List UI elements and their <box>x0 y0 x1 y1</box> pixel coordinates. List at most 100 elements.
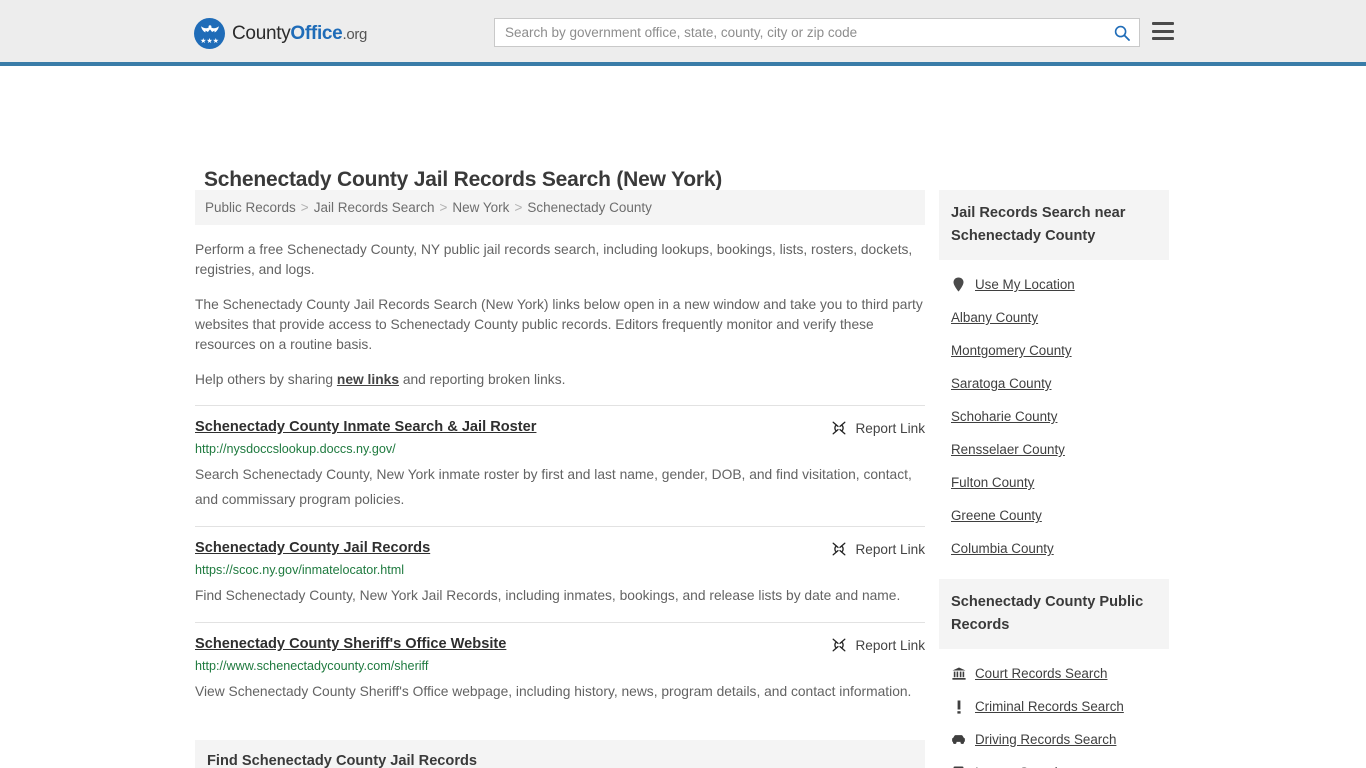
result-url: https://scoc.ny.gov/inmatelocator.html <box>195 563 405 577</box>
sidebar-item-saratoga-county[interactable]: Saratoga County <box>939 367 1169 400</box>
sidebar-item-label: Albany County <box>951 310 1039 325</box>
result-description: Search Schenectady County, New York inma… <box>195 467 912 507</box>
site-logo[interactable]: ★★★ CountyOffice.org <box>194 18 367 49</box>
car-icon <box>951 734 966 745</box>
hamburger-menu-icon[interactable] <box>1152 20 1174 42</box>
sidebar-item-label: Fulton County <box>951 475 1035 490</box>
sidebar-item-columbia-county[interactable]: Columbia County <box>939 532 1169 565</box>
sidebar-item-use-my-location[interactable]: Use My Location <box>939 268 1169 301</box>
result-item: Schenectady County Sheriff's Office Webs… <box>195 622 925 718</box>
brand-part-county: County <box>232 22 291 44</box>
breadcrumb-separator: > <box>300 200 309 215</box>
page-title: Schenectady County Jail Records Search (… <box>204 168 723 192</box>
report-link-button[interactable]: Report Link <box>831 540 925 557</box>
result-header: Schenectady County Inmate Search & Jail … <box>195 419 925 436</box>
sidebar-item-schoharie-county[interactable]: Schoharie County <box>939 400 1169 433</box>
sidebar-item-label: Schoharie County <box>951 409 1058 424</box>
result-item: Schenectady County Jail Records Report L… <box>195 526 925 622</box>
result-title-link[interactable]: Schenectady County Inmate Search & Jail … <box>195 419 536 435</box>
search-button[interactable] <box>1105 19 1139 46</box>
list-item: Inmate Search <box>939 756 1169 768</box>
breadcrumb-separator: > <box>514 200 523 215</box>
main-content: Public Records > Jail Records Search > New Y… <box>195 190 925 768</box>
intro-p3-before: Help others by sharing <box>195 372 337 387</box>
find-records-heading: Find Schenectady County Jail Records <box>195 740 925 768</box>
result-description: View Schenectady County Sheriff's Office… <box>195 684 912 699</box>
sidebar-item-inmate-search[interactable]: Inmate Search <box>939 756 1169 768</box>
sidebar-nearby-heading: Jail Records Search near Schenectady Cou… <box>939 190 1169 260</box>
map-pin-icon <box>951 277 966 292</box>
hamburger-bar-2 <box>1152 29 1174 33</box>
sidebar-item-label: Rensselaer County <box>951 442 1065 457</box>
sidebar-item-label: Saratoga County <box>951 376 1052 391</box>
sidebar-public-records-list: Court Records Search Criminal Records Se… <box>939 649 1169 768</box>
breadcrumb: Public Records > Jail Records Search > New Y… <box>195 190 925 225</box>
sidebar-item-label: Use My Location <box>975 277 1075 292</box>
breadcrumb-item-jail-records-search[interactable]: Jail Records Search <box>314 200 435 215</box>
result-description: Find Schenectady County, New York Jail R… <box>195 588 901 603</box>
breadcrumb-item-public-records[interactable]: Public Records <box>205 200 296 215</box>
sidebar-item-label: Criminal Records Search <box>975 699 1124 714</box>
broken-link-icon <box>833 542 846 556</box>
sidebar-item-criminal-records-search[interactable]: Criminal Records Search <box>939 690 1169 723</box>
list-item: Driving Records Search <box>939 723 1169 756</box>
intro-paragraph-1: Perform a free Schenectady County, NY pu… <box>195 242 913 277</box>
sidebar-item-albany-county[interactable]: Albany County <box>939 301 1169 334</box>
sidebar: Jail Records Search near Schenectady Cou… <box>939 190 1169 768</box>
intro-p3-after: and reporting broken links. <box>399 372 566 387</box>
sidebar-nearby-list: Use My Location Albany County Montgomery… <box>939 260 1169 565</box>
sidebar-item-court-records-search[interactable]: Court Records Search <box>939 657 1169 690</box>
eagle-icon <box>200 25 219 33</box>
broken-link-icon <box>833 638 846 652</box>
sidebar-item-label: Montgomery County <box>951 343 1072 358</box>
county-office-seal-icon: ★★★ <box>194 18 225 49</box>
sidebar-item-montgomery-county[interactable]: Montgomery County <box>939 334 1169 367</box>
list-item: Criminal Records Search <box>939 690 1169 723</box>
sidebar-item-rensselaer-county[interactable]: Rensselaer County <box>939 433 1169 466</box>
intro-paragraph-2: The Schenectady County Jail Records Sear… <box>195 297 923 352</box>
search-bar[interactable] <box>494 18 1140 47</box>
result-header: Schenectady County Jail Records Report L… <box>195 540 925 557</box>
list-item: Schoharie County <box>939 400 1169 433</box>
list-item: Saratoga County <box>939 367 1169 400</box>
breadcrumb-separator: > <box>439 200 448 215</box>
brand-part-org: .org <box>342 25 368 43</box>
list-item: Court Records Search <box>939 657 1169 690</box>
list-item: Greene County <box>939 499 1169 532</box>
result-header: Schenectady County Sheriff's Office Webs… <box>195 636 925 653</box>
sidebar-card-public-records: Schenectady County Public Records Court … <box>939 579 1169 768</box>
sidebar-item-label: Court Records Search <box>975 666 1108 681</box>
search-input[interactable] <box>495 19 1105 46</box>
intro-text: Perform a free Schenectady County, NY pu… <box>195 240 925 390</box>
intro-paragraph-3: Help others by sharing new links and rep… <box>195 370 925 390</box>
report-link-button[interactable]: Report Link <box>831 419 925 436</box>
courthouse-icon <box>951 667 966 680</box>
breadcrumb-item-new-york[interactable]: New York <box>452 200 509 215</box>
breadcrumb-item-schenectady-county[interactable]: Schenectady County <box>527 200 652 215</box>
sidebar-card-nearby: Jail Records Search near Schenectady Cou… <box>939 190 1169 565</box>
report-link-label: Report Link <box>855 541 925 557</box>
list-item: Columbia County <box>939 532 1169 565</box>
result-item: Schenectady County Inmate Search & Jail … <box>195 405 925 526</box>
list-item: Fulton County <box>939 466 1169 499</box>
new-links-link[interactable]: new links <box>337 372 399 387</box>
sidebar-item-fulton-county[interactable]: Fulton County <box>939 466 1169 499</box>
result-title-link[interactable]: Schenectady County Jail Records <box>195 540 430 556</box>
list-item: Rensselaer County <box>939 433 1169 466</box>
site-header: ★★★ CountyOffice.org <box>0 0 1366 66</box>
sidebar-item-label: Driving Records Search <box>975 732 1117 747</box>
sidebar-item-greene-county[interactable]: Greene County <box>939 499 1169 532</box>
broken-link-icon <box>833 421 846 435</box>
exclamation-icon <box>951 700 966 714</box>
brand-part-office: Office <box>290 22 343 44</box>
sidebar-item-driving-records-search[interactable]: Driving Records Search <box>939 723 1169 756</box>
report-link-button[interactable]: Report Link <box>831 636 925 653</box>
search-icon <box>1114 25 1130 41</box>
hamburger-bar-3 <box>1152 37 1174 40</box>
sidebar-public-records-heading: Schenectady County Public Records <box>939 579 1169 649</box>
report-link-label: Report Link <box>855 420 925 436</box>
report-link-label: Report Link <box>855 637 925 653</box>
sidebar-item-label: Columbia County <box>951 541 1054 556</box>
result-title-link[interactable]: Schenectady County Sheriff's Office Webs… <box>195 636 506 652</box>
list-item: Albany County <box>939 301 1169 334</box>
